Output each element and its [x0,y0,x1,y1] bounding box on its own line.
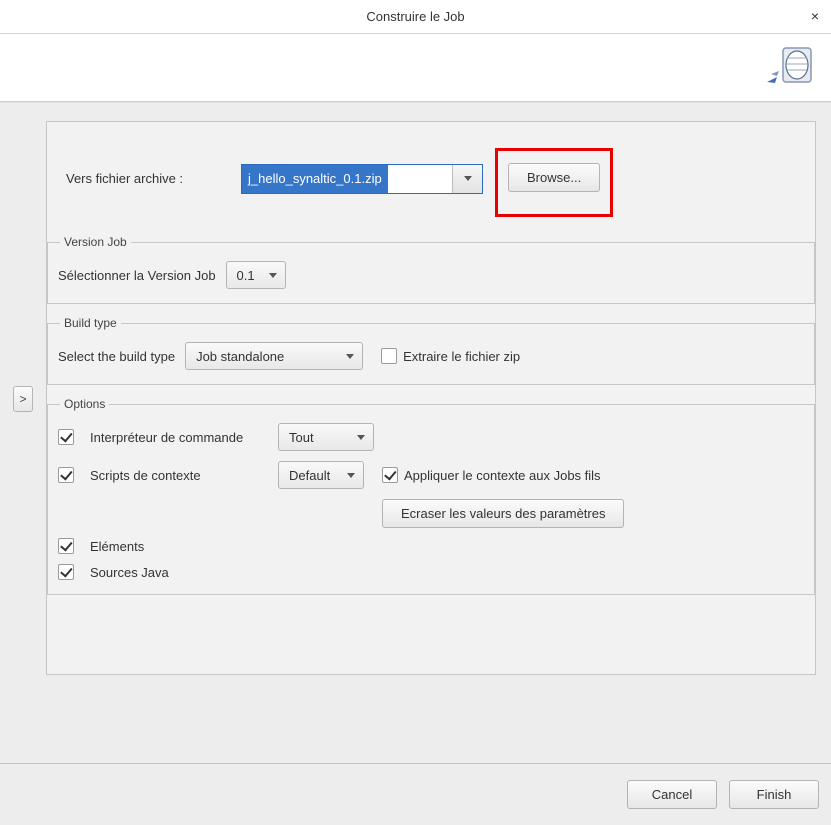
chevron-down-icon [269,273,277,278]
main-panel: Vers fichier archive : j_hello_synaltic_… [46,121,816,675]
browse-highlight: Browse... [495,148,613,217]
window-title: Construire le Job [366,9,464,24]
title-bar: Construire le Job × [0,0,831,34]
sources-java-checkbox[interactable] [58,564,74,580]
build-legend: Build type [60,316,121,330]
archive-label: Vers fichier archive : [61,171,241,186]
browse-button[interactable]: Browse... [508,163,600,192]
chevron-down-icon [357,435,365,440]
finish-button[interactable]: Finish [729,780,819,809]
interpreter-checkbox[interactable] [58,429,74,445]
chevron-down-icon [464,176,472,181]
override-params-button[interactable]: Ecraser les valeurs des paramètres [382,499,624,528]
context-scripts-checkbox[interactable] [58,467,74,483]
version-select[interactable]: 0.1 [226,261,286,289]
elements-label: Eléments [90,539,144,554]
archive-file-combo[interactable]: j_hello_synaltic_0.1.zip [241,164,483,194]
context-select[interactable]: Default [278,461,364,489]
footer: Cancel Finish [0,763,831,825]
extract-zip-checkbox[interactable] [381,348,397,364]
close-icon[interactable]: × [811,8,819,24]
version-label: Sélectionner la Version Job [58,268,216,283]
expand-side-button[interactable]: > [13,386,33,412]
wizard-icon [763,42,819,94]
interpreter-label: Interpréteur de commande [90,430,268,445]
extract-zip-label: Extraire le fichier zip [403,349,520,364]
context-scripts-label: Scripts de contexte [90,468,268,483]
apply-context-checkbox[interactable] [382,467,398,483]
build-type-select[interactable]: Job standalone [185,342,363,370]
archive-file-text[interactable]: j_hello_synaltic_0.1.zip [242,165,388,193]
sources-java-label: Sources Java [90,565,169,580]
dialog-body: > Vers fichier archive : j_hello_synalti… [0,103,831,825]
options-fieldset: Options Interpréteur de commande Tout Sc… [47,397,815,595]
options-legend: Options [60,397,109,411]
interpreter-select[interactable]: Tout [278,423,374,451]
version-fieldset: Version Job Sélectionner la Version Job … [47,235,815,304]
apply-context-label: Appliquer le contexte aux Jobs fils [404,468,601,483]
version-legend: Version Job [60,235,131,249]
archive-row: Vers fichier archive : j_hello_synaltic_… [47,134,815,235]
cancel-button[interactable]: Cancel [627,780,717,809]
banner [0,34,831,102]
chevron-down-icon [347,473,355,478]
build-fieldset: Build type Select the build type Job sta… [47,316,815,385]
chevron-down-icon [346,354,354,359]
archive-file-dropdown[interactable] [452,165,482,193]
elements-checkbox[interactable] [58,538,74,554]
build-label: Select the build type [58,349,175,364]
